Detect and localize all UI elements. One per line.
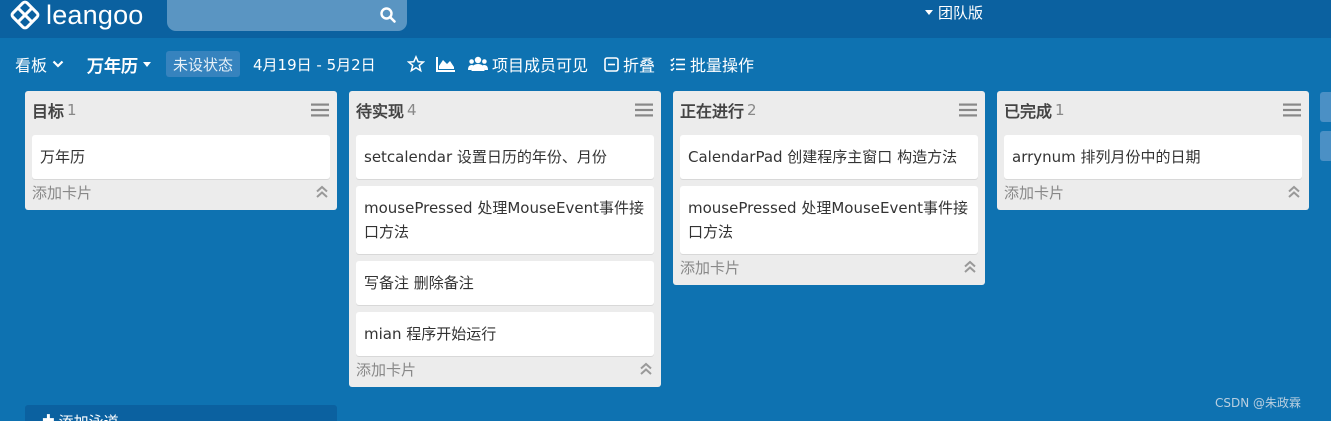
members-visibility-label: 项目成员可见 (492, 56, 589, 75)
checklist-icon (670, 57, 685, 71)
card[interactable]: CalendarPad 创建程序主窗口 构造方法 (680, 135, 978, 179)
card[interactable]: 写备注 删除备注 (356, 261, 654, 305)
fold-button[interactable]: 折叠 (604, 52, 655, 76)
search-input[interactable] (167, 0, 367, 31)
list-title[interactable]: 目标 (32, 98, 64, 122)
view-switch-dropdown[interactable]: 看板 (15, 52, 64, 76)
leangoo-logo-icon (8, 0, 42, 30)
edition-label: 团队版 (938, 3, 984, 22)
add-lane-button[interactable]: ✚ 添加泳道 (25, 405, 337, 421)
list-footer: 添加卡片 (997, 180, 1309, 204)
collapse-up-icon[interactable] (315, 185, 329, 199)
star-icon[interactable] (407, 55, 425, 73)
users-icon (468, 56, 488, 71)
watermark: CSDN @朱政霖 (1215, 396, 1302, 410)
add-lane-label: 添加泳道 (59, 411, 119, 421)
list-title[interactable]: 已完成 (1004, 98, 1052, 122)
collapse-up-icon[interactable] (1287, 185, 1301, 199)
list-menu-icon[interactable] (311, 103, 329, 117)
list-in-progress: 正在进行 2 CalendarPad 创建程序主窗口 构造方法 mousePres… (673, 91, 985, 285)
list-title[interactable]: 正在进行 (680, 98, 744, 122)
logo[interactable]: leangoo (8, 0, 144, 30)
fold-icon (604, 56, 619, 72)
chevron-down-icon (52, 60, 64, 68)
side-panel-tab[interactable] (1320, 92, 1331, 122)
list-goal: 目标 1 万年历 添加卡片 (25, 91, 337, 210)
list-menu-icon[interactable] (959, 103, 977, 117)
edition-dropdown[interactable]: 团队版 (925, 0, 983, 24)
view-switch-label: 看板 (15, 56, 48, 75)
list-count: 1 (67, 101, 77, 119)
list-menu-icon[interactable] (1283, 103, 1301, 117)
search-icon[interactable] (379, 6, 397, 24)
list-count: 2 (747, 101, 757, 119)
card-list: 万年历 (25, 129, 337, 179)
list-todo: 待实现 4 setcalendar 设置日历的年份、月份 mousePressed… (349, 91, 661, 387)
search-box (167, 0, 407, 31)
list-footer: 添加卡片 (673, 255, 985, 279)
card-list: setcalendar 设置日历的年份、月份 mousePressed 处理Mou… (349, 129, 661, 356)
add-card-button[interactable]: 添加卡片 (356, 359, 416, 380)
card-list: CalendarPad 创建程序主窗口 构造方法 mousePressed 处理M… (673, 129, 985, 254)
caret-down-icon (925, 9, 933, 15)
card[interactable]: arrynum 排列月份中的日期 (1004, 135, 1302, 179)
area-chart-icon[interactable] (436, 56, 456, 72)
fold-label: 折叠 (623, 56, 656, 75)
list-done: 已完成 1 arrynum 排列月份中的日期 添加卡片 (997, 91, 1309, 210)
board-title: 万年历 (87, 56, 138, 77)
card[interactable]: mousePressed 处理MouseEvent事件接口方法 (680, 186, 978, 254)
board-toolbar: 看板 万年历 未设状态 4月19日 - 5月2日 项目成员可见 折叠 批量操作 (0, 44, 1331, 84)
status-badge[interactable]: 未设状态 (166, 51, 241, 77)
add-card-button[interactable]: 添加卡片 (1004, 182, 1064, 203)
side-panel-tab[interactable] (1320, 131, 1331, 161)
list-footer: 添加卡片 (25, 180, 337, 204)
add-card-button[interactable]: 添加卡片 (680, 257, 740, 278)
card-list: arrynum 排列月份中的日期 (997, 129, 1309, 179)
board-title-dropdown[interactable]: 万年历 (87, 52, 151, 77)
card[interactable]: 万年历 (32, 135, 330, 179)
list-count: 1 (1055, 101, 1065, 119)
collapse-up-icon[interactable] (639, 362, 653, 376)
list-header: 待实现 4 (349, 91, 661, 129)
card[interactable]: mousePressed 处理MouseEvent事件接口方法 (356, 186, 654, 254)
list-header: 目标 1 (25, 91, 337, 129)
plus-icon: ✚ (42, 411, 55, 421)
caret-down-icon (143, 61, 151, 67)
list-footer: 添加卡片 (349, 357, 661, 381)
list-header: 已完成 1 (997, 91, 1309, 129)
add-card-button[interactable]: 添加卡片 (32, 182, 92, 203)
date-range[interactable]: 4月19日 - 5月2日 (253, 54, 376, 75)
logo-text: leangoo (46, 0, 144, 30)
batch-operation-button[interactable]: 批量操作 (670, 52, 754, 76)
card[interactable]: setcalendar 设置日历的年份、月份 (356, 135, 654, 179)
list-count: 4 (407, 101, 417, 119)
list-menu-icon[interactable] (635, 103, 653, 117)
list-header: 正在进行 2 (673, 91, 985, 129)
card[interactable]: mian 程序开始运行 (356, 312, 654, 356)
top-bar: leangoo 团队版 (0, 0, 1331, 38)
collapse-up-icon[interactable] (963, 260, 977, 274)
members-visibility-button[interactable]: 项目成员可见 (468, 52, 588, 76)
list-title[interactable]: 待实现 (356, 98, 404, 122)
batch-operation-label: 批量操作 (690, 56, 755, 75)
